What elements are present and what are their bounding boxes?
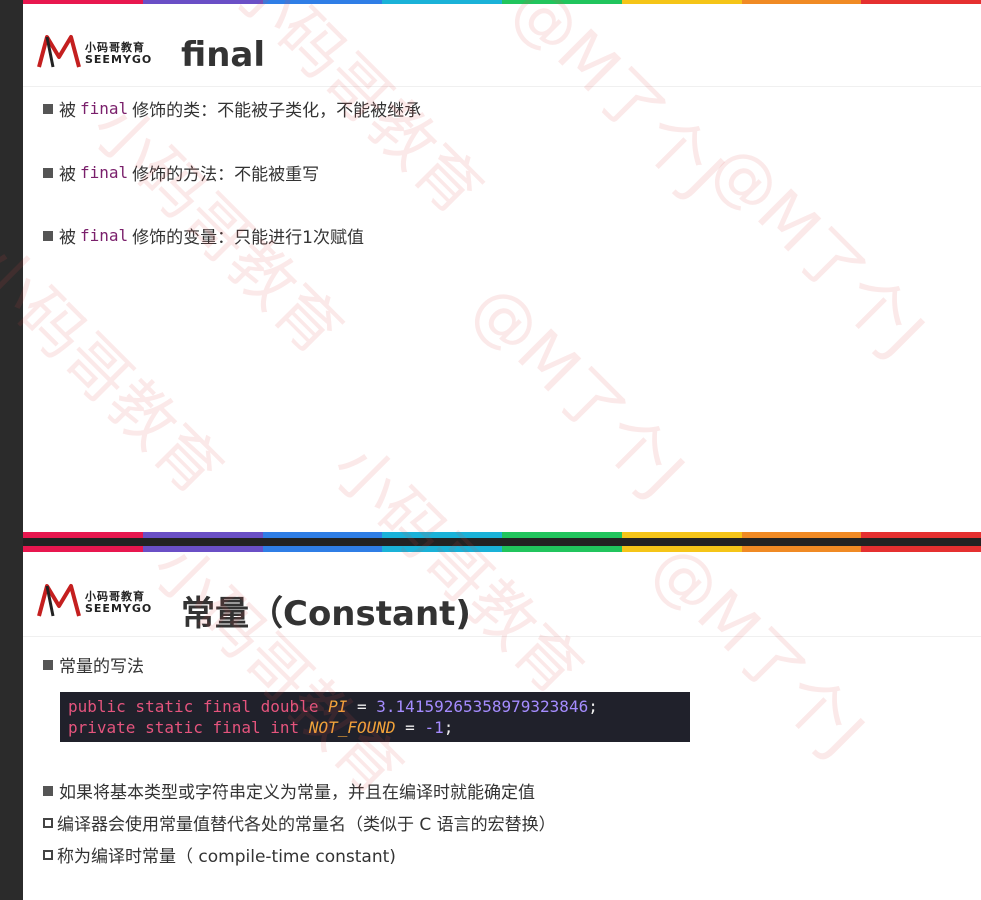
hollow-square-bullet-icon <box>43 817 53 828</box>
left-gutter <box>0 0 23 900</box>
bullet-syntax: 常量的写法 <box>43 652 144 677</box>
title-divider <box>23 636 981 637</box>
page-title: final <box>181 35 266 75</box>
slide-final: 小码哥教育 SEEMYGO final 被 final 修饰的类：不能被子类化，… <box>23 0 981 528</box>
sub-bullet-text: 编译器会使用常量值替代各处的常量名（类似于 C 语言的宏替换） <box>57 815 556 835</box>
bullet-text: 修饰的方法：不能被重写 <box>132 165 320 185</box>
keyword-final: final <box>80 163 129 182</box>
logo-en-text: SEEMYGO <box>85 602 153 615</box>
bullet-text: 修饰的类：不能被子类化，不能被继承 <box>132 101 422 121</box>
sub-bullet-constant: 称为编译时常量（ compile-time constant) <box>43 842 396 867</box>
keyword-final: final <box>80 226 129 245</box>
bullet-prefix: 被 <box>59 101 76 121</box>
code-line-1: public static final double PI = 3.141592… <box>68 697 598 716</box>
square-bullet-icon <box>43 103 53 114</box>
title-divider <box>23 86 981 87</box>
brand-logo: 小码哥教育 SEEMYGO <box>37 582 165 622</box>
bullet-compile-time: 如果将基本类型或字符串定义为常量，并且在编译时就能确定值 <box>43 778 535 803</box>
keyword-final: final <box>80 99 129 118</box>
page-title: 常量（Constant) <box>181 594 471 634</box>
hollow-square-bullet-icon <box>43 849 53 860</box>
rainbow-bar <box>23 0 981 4</box>
logo-en-text: SEEMYGO <box>85 53 153 66</box>
code-block: public static final double PI = 3.141592… <box>60 692 690 742</box>
code-line-2: private static final int NOT_FOUND = -1; <box>68 718 454 737</box>
bullet-text: 修饰的变量：只能进行1次赋值 <box>132 228 364 248</box>
sub-bullet-macro: 编译器会使用常量值替代各处的常量名（类似于 C 语言的宏替换） <box>43 810 556 835</box>
square-bullet-icon <box>43 230 53 241</box>
bullet-prefix: 被 <box>59 165 76 185</box>
m-logo-icon <box>37 584 81 617</box>
bullet-text: 如果将基本类型或字符串定义为常量，并且在编译时就能确定值 <box>59 783 535 803</box>
slide-constant: 小码哥教育 SEEMYGO 常量（Constant) 常量的写法 public … <box>23 552 981 900</box>
square-bullet-icon <box>43 167 53 178</box>
bullet-prefix: 被 <box>59 228 76 248</box>
sub-bullet-text: 称为编译时常量（ compile-time constant) <box>57 847 396 867</box>
bullet-method: 被 final 修饰的方法：不能被重写 <box>43 160 319 185</box>
brand-logo: 小码哥教育 SEEMYGO <box>37 33 165 73</box>
bullet-variable: 被 final 修饰的变量：只能进行1次赋值 <box>43 223 364 248</box>
bullet-class: 被 final 修饰的类：不能被子类化，不能被继承 <box>43 96 421 121</box>
square-bullet-icon <box>43 785 53 796</box>
square-bullet-icon <box>43 659 53 670</box>
bullet-text: 常量的写法 <box>59 657 144 677</box>
slide-divider <box>23 528 981 552</box>
m-logo-icon <box>37 35 81 68</box>
